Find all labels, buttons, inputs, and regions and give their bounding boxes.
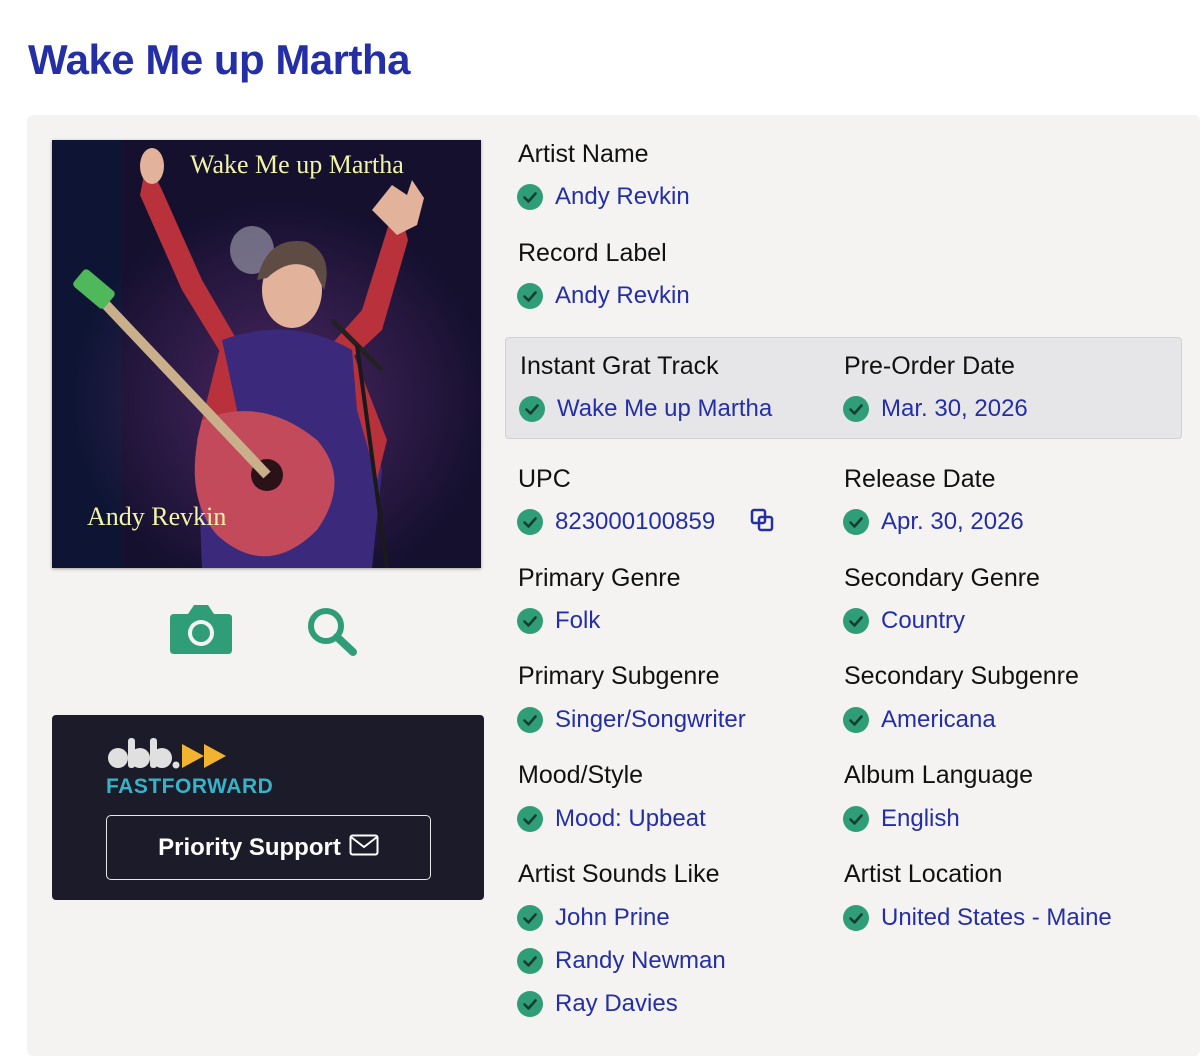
album-language-value: English bbox=[843, 805, 960, 833]
copy-icon[interactable] bbox=[750, 508, 774, 537]
mood-text: Mood: Upbeat bbox=[555, 805, 706, 832]
release-date-label: Release Date bbox=[844, 465, 996, 493]
upc-text: 823000100859 bbox=[555, 508, 716, 535]
primary-genre-label: Primary Genre bbox=[518, 564, 681, 592]
album-cover: Wake Me up Martha Andy Revkin bbox=[52, 140, 481, 568]
instant-grat-text: Wake Me up Martha bbox=[557, 395, 773, 422]
check-circle-icon bbox=[517, 283, 543, 309]
album-language-text: English bbox=[881, 805, 960, 832]
check-circle-icon bbox=[517, 608, 543, 634]
upc-value: 823000100859 bbox=[517, 508, 715, 536]
check-circle-icon bbox=[843, 396, 869, 422]
check-circle-icon bbox=[517, 991, 543, 1017]
sounds-like-text: Ray Davies bbox=[555, 990, 678, 1017]
check-circle-icon bbox=[519, 396, 545, 422]
sounds-like-item: Ray Davies bbox=[517, 990, 678, 1018]
sounds-like-item: Randy Newman bbox=[517, 947, 726, 975]
check-circle-icon bbox=[843, 509, 869, 535]
release-date-value: Apr. 30, 2026 bbox=[843, 508, 1024, 536]
check-circle-icon bbox=[517, 509, 543, 535]
envelope-icon bbox=[349, 834, 379, 861]
cdbaby-logo bbox=[106, 734, 236, 779]
page-title: Wake Me up Martha bbox=[28, 36, 411, 83]
check-circle-icon bbox=[843, 806, 869, 832]
search-icon[interactable] bbox=[305, 605, 359, 662]
primary-subgenre-text: Singer/Songwriter bbox=[555, 706, 746, 733]
check-circle-icon bbox=[517, 806, 543, 832]
artist-location-value: United States - Maine bbox=[843, 904, 1112, 932]
sounds-like-item: John Prine bbox=[517, 904, 670, 932]
mood-value: Mood: Upbeat bbox=[517, 805, 706, 833]
check-circle-icon bbox=[517, 184, 543, 210]
record-label-text: Andy Revkin bbox=[555, 282, 690, 309]
camera-icon[interactable] bbox=[168, 600, 234, 661]
album-language-label: Album Language bbox=[844, 761, 1034, 789]
release-date-text: Apr. 30, 2026 bbox=[881, 508, 1024, 535]
upc-label: UPC bbox=[518, 465, 571, 493]
priority-support-label: Priority Support bbox=[158, 833, 341, 861]
secondary-genre-text: Country bbox=[881, 607, 966, 634]
primary-subgenre-value: Singer/Songwriter bbox=[517, 706, 746, 734]
cover-artist-text: Andy Revkin bbox=[87, 502, 227, 531]
pre-order-text: Mar. 30, 2026 bbox=[881, 395, 1028, 422]
secondary-subgenre-text: Americana bbox=[881, 706, 996, 733]
pre-order-label: Pre-Order Date bbox=[844, 352, 1015, 380]
check-circle-icon bbox=[843, 608, 869, 634]
priority-support-button[interactable]: Priority Support bbox=[106, 815, 431, 880]
check-circle-icon bbox=[517, 707, 543, 733]
artist-name-text: Andy Revkin bbox=[555, 183, 690, 210]
artist-name-label: Artist Name bbox=[518, 140, 649, 168]
artist-name-value: Andy Revkin bbox=[517, 183, 690, 211]
primary-genre-value: Folk bbox=[517, 607, 600, 635]
fastforward-brand: FASTFORWARD bbox=[106, 775, 274, 798]
check-circle-icon bbox=[843, 707, 869, 733]
sounds-like-label: Artist Sounds Like bbox=[518, 860, 720, 888]
record-label-label: Record Label bbox=[518, 239, 667, 267]
sounds-like-text: Randy Newman bbox=[555, 947, 726, 974]
pre-order-value: Mar. 30, 2026 bbox=[843, 395, 1028, 423]
artist-location-text: United States - Maine bbox=[881, 904, 1112, 931]
record-label-value: Andy Revkin bbox=[517, 282, 690, 310]
check-circle-icon bbox=[517, 905, 543, 931]
secondary-genre-value: Country bbox=[843, 607, 965, 635]
cover-title-text: Wake Me up Martha bbox=[190, 150, 404, 179]
secondary-genre-label: Secondary Genre bbox=[844, 564, 1040, 592]
primary-genre-text: Folk bbox=[555, 607, 601, 634]
instant-grat-value: Wake Me up Martha bbox=[519, 395, 772, 423]
sounds-like-text: John Prine bbox=[555, 904, 670, 931]
check-circle-icon bbox=[517, 948, 543, 974]
instant-grat-label: Instant Grat Track bbox=[520, 352, 719, 380]
secondary-subgenre-label: Secondary Subgenre bbox=[844, 662, 1079, 690]
primary-subgenre-label: Primary Subgenre bbox=[518, 662, 720, 690]
secondary-subgenre-value: Americana bbox=[843, 706, 996, 734]
mood-label: Mood/Style bbox=[518, 761, 644, 789]
check-circle-icon bbox=[843, 905, 869, 931]
artist-location-label: Artist Location bbox=[844, 860, 1003, 888]
